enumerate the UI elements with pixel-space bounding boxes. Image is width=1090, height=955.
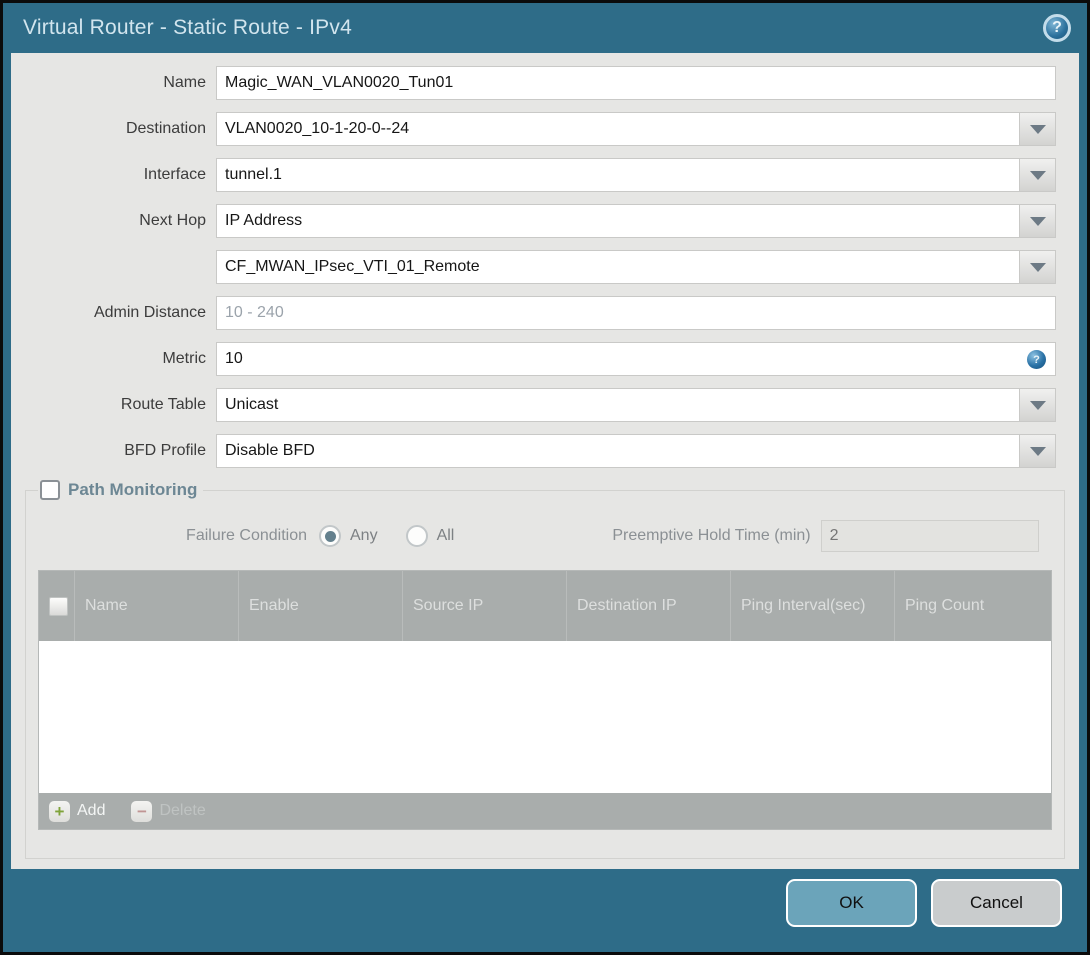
interface-field <box>216 158 1056 192</box>
metric-input[interactable] <box>217 343 1055 375</box>
destination-row: Destination <box>11 112 1056 146</box>
interface-dropdown-button[interactable] <box>1019 159 1055 191</box>
chevron-down-icon <box>1029 262 1046 272</box>
preemptive-hold-time-input[interactable] <box>820 520 1039 552</box>
chevron-down-icon <box>1029 400 1046 410</box>
destination-input[interactable] <box>217 113 1055 145</box>
path-monitoring-table: Name Enable Source IP Destination IP Pin… <box>38 570 1052 830</box>
route-table-row: Route Table <box>11 388 1056 422</box>
table-header: Name Enable Source IP Destination IP Pin… <box>39 571 1051 641</box>
minus-glyph: − <box>137 801 147 821</box>
next-hop-dropdown-button[interactable] <box>1019 205 1055 237</box>
table-toolbar: + Add − Delete <box>39 793 1051 829</box>
next-hop-address-row <box>11 250 1056 284</box>
metric-row: Metric ? <box>11 342 1056 376</box>
chevron-down-icon <box>1029 124 1046 134</box>
metric-help-icon[interactable]: ? <box>1027 350 1046 369</box>
failure-condition-row: Failure Condition Any All Preemptive Hol… <box>44 518 1046 554</box>
cancel-button[interactable]: Cancel <box>931 879 1062 927</box>
name-label: Name <box>163 74 206 91</box>
delete-button[interactable]: − Delete <box>131 800 206 822</box>
ok-button[interactable]: OK <box>786 879 917 927</box>
name-row: Name <box>11 66 1056 100</box>
bfd-profile-dropdown-button[interactable] <box>1019 435 1055 467</box>
next-hop-field <box>216 204 1056 238</box>
next-hop-select[interactable] <box>217 205 1055 237</box>
add-icon: + <box>49 800 70 822</box>
chevron-down-icon <box>1029 216 1046 226</box>
add-button-label: Add <box>77 802 106 819</box>
select-all-checkbox[interactable] <box>49 596 68 616</box>
next-hop-label: Next Hop <box>139 212 206 229</box>
failure-condition-all-label: All <box>436 527 455 544</box>
bfd-profile-field <box>216 434 1056 468</box>
static-route-dialog: Virtual Router - Static Route - IPv4 ? N… <box>0 0 1090 955</box>
next-hop-address-field <box>216 250 1056 284</box>
delete-button-label: Delete <box>159 802 206 819</box>
interface-row: Interface <box>11 158 1056 192</box>
route-table-label: Route Table <box>120 396 206 413</box>
help-icon[interactable]: ? <box>1043 14 1071 42</box>
metric-field: ? <box>216 342 1056 376</box>
column-header-ping-count[interactable]: Ping Count <box>894 571 1051 641</box>
destination-field <box>216 112 1056 146</box>
bfd-profile-select[interactable] <box>217 435 1055 467</box>
column-header-enable[interactable]: Enable <box>238 571 402 641</box>
dialog-body: Name Destination Interface <box>11 53 1079 869</box>
delete-icon: − <box>131 800 153 822</box>
preemptive-hold-time-label: Preemptive Hold Time (min) <box>612 527 811 544</box>
column-header-destination-ip[interactable]: Destination IP <box>566 571 730 641</box>
add-button[interactable]: + Add <box>49 800 106 822</box>
destination-label: Destination <box>125 120 206 137</box>
column-header-ping-interval[interactable]: Ping Interval(sec) <box>730 571 894 641</box>
route-table-field <box>216 388 1056 422</box>
path-monitoring-legend: Path Monitoring <box>38 480 203 500</box>
metric-label: Metric <box>162 350 206 367</box>
interface-label: Interface <box>143 166 206 183</box>
interface-input[interactable] <box>217 159 1055 191</box>
radio-dot <box>324 530 336 542</box>
chevron-down-icon <box>1029 446 1046 456</box>
name-field <box>216 66 1056 100</box>
path-monitoring-title: Path Monitoring <box>68 480 198 499</box>
dialog-title: Virtual Router - Static Route - IPv4 <box>23 16 352 39</box>
form-area: Name Destination Interface <box>11 53 1079 468</box>
chevron-down-icon <box>1029 170 1046 180</box>
admin-distance-input[interactable] <box>217 297 1055 329</box>
bfd-profile-row: BFD Profile <box>11 434 1056 468</box>
admin-distance-field <box>216 296 1056 330</box>
name-input[interactable] <box>217 67 1055 99</box>
next-hop-address-dropdown-button[interactable] <box>1019 251 1055 283</box>
next-hop-row: Next Hop <box>11 204 1056 238</box>
failure-condition-all-radio[interactable] <box>405 525 428 547</box>
table-body-empty <box>39 641 1051 793</box>
failure-condition-label: Failure Condition <box>186 527 307 544</box>
bfd-profile-label: BFD Profile <box>124 442 206 459</box>
route-table-select[interactable] <box>217 389 1055 421</box>
plus-glyph: + <box>54 801 65 821</box>
admin-distance-row: Admin Distance <box>11 296 1056 330</box>
column-header-source-ip[interactable]: Source IP <box>402 571 566 641</box>
destination-dropdown-button[interactable] <box>1019 113 1055 145</box>
failure-condition-any-radio[interactable] <box>319 525 341 547</box>
admin-distance-label: Admin Distance <box>93 304 206 321</box>
dialog-titlebar: Virtual Router - Static Route - IPv4 ? <box>3 3 1087 53</box>
dialog-footer: OK Cancel <box>786 879 1062 927</box>
column-header-name[interactable]: Name <box>74 571 238 641</box>
select-all-cell <box>39 571 74 641</box>
path-monitoring-section: Path Monitoring Failure Condition Any Al… <box>25 480 1065 859</box>
next-hop-address-input[interactable] <box>217 251 1055 283</box>
route-table-dropdown-button[interactable] <box>1019 389 1055 421</box>
path-monitoring-checkbox[interactable] <box>40 480 60 500</box>
failure-condition-any-label: Any <box>350 527 378 544</box>
